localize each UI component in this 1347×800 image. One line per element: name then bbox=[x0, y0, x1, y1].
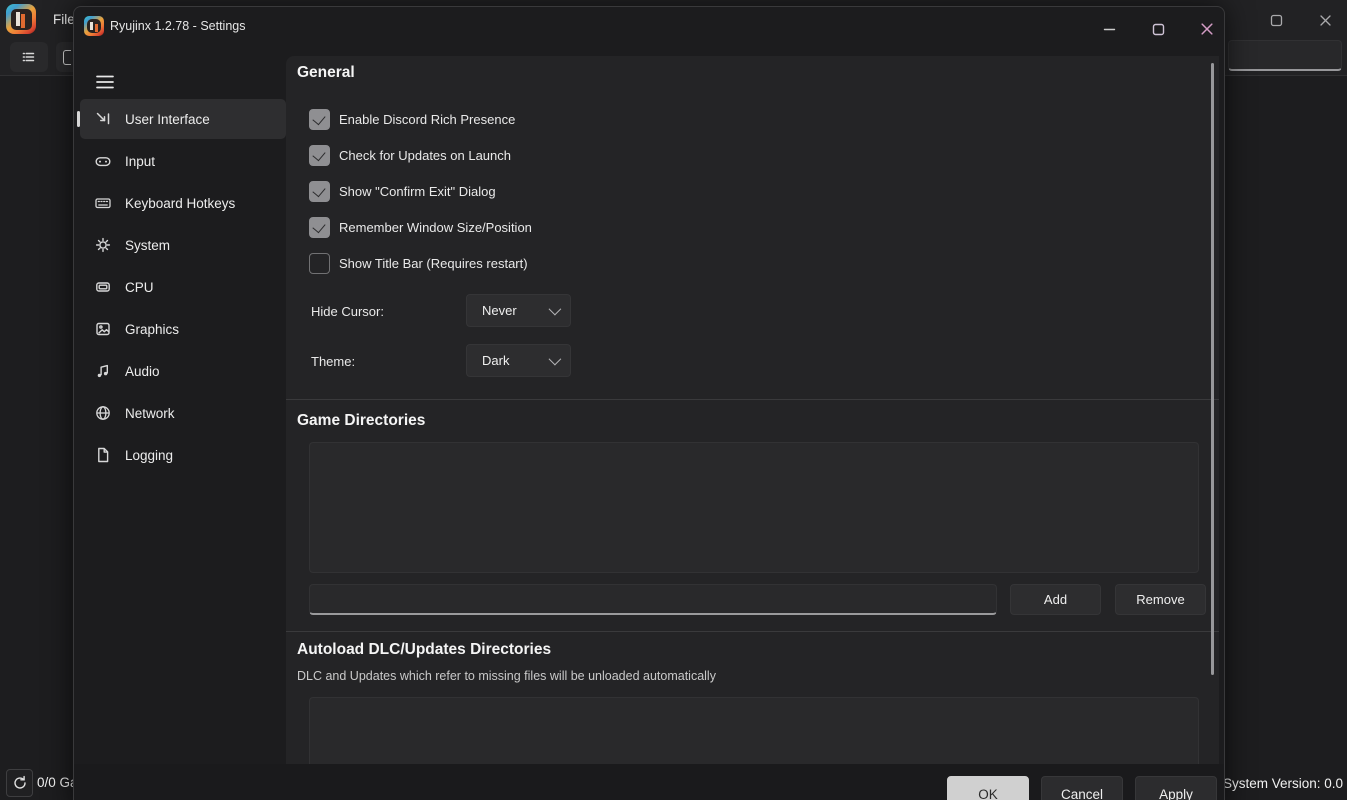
sidebar-item-system[interactable]: System bbox=[80, 225, 286, 265]
truncated-glyph bbox=[63, 50, 71, 65]
sidebar-item-graphics[interactable]: Graphics bbox=[80, 309, 286, 349]
sidebar-item-audio[interactable]: Audio bbox=[80, 351, 286, 391]
search-input[interactable] bbox=[1228, 40, 1342, 71]
checkbox-label: Remember Window Size/Position bbox=[339, 220, 532, 235]
settings-window: Ryujinx 1.2.78 - Settings User I bbox=[73, 6, 1225, 800]
screen: File 0/0 bbox=[0, 0, 1347, 800]
keyboard-icon bbox=[94, 194, 112, 212]
sidebar-item-label: CPU bbox=[125, 280, 154, 295]
sidebar-item-label: Logging bbox=[125, 448, 173, 463]
toolbar-button-fragment[interactable] bbox=[56, 42, 73, 72]
gear-icon bbox=[94, 236, 112, 254]
cancel-button[interactable]: Cancel bbox=[1041, 776, 1123, 800]
checkbox-label: Enable Discord Rich Presence bbox=[339, 112, 515, 127]
checkbox[interactable] bbox=[309, 181, 330, 202]
checkbox-label: Show "Confirm Exit" Dialog bbox=[339, 184, 496, 199]
vertical-scrollbar[interactable] bbox=[1211, 63, 1214, 675]
theme-label: Theme: bbox=[311, 354, 355, 369]
autoload-directories-list[interactable] bbox=[309, 697, 1199, 764]
sidebar-item-logging[interactable]: Logging bbox=[80, 435, 286, 475]
sidebar-item-network[interactable]: Network bbox=[80, 393, 286, 433]
sidebar-item-label: Network bbox=[125, 406, 175, 421]
add-button[interactable]: Add bbox=[1010, 584, 1101, 615]
games-loaded-status: 0/0 Ga bbox=[37, 775, 78, 790]
section-divider bbox=[286, 631, 1219, 632]
chevron-down-icon bbox=[549, 353, 562, 366]
general-heading: General bbox=[297, 64, 355, 82]
remove-button[interactable]: Remove bbox=[1115, 584, 1206, 615]
checkbox-row-confirm-exit[interactable]: Show "Confirm Exit" Dialog bbox=[309, 180, 496, 202]
globe-icon bbox=[94, 404, 112, 422]
cpu-icon bbox=[94, 278, 112, 296]
checkbox-row-title-bar[interactable]: Show Title Bar (Requires restart) bbox=[309, 252, 528, 274]
checkbox-label: Show Title Bar (Requires restart) bbox=[339, 256, 528, 271]
section-divider bbox=[286, 399, 1219, 400]
main-close-button[interactable] bbox=[1310, 8, 1340, 32]
sidebar-item-label: Keyboard Hotkeys bbox=[125, 196, 235, 211]
settings-footer: OK Cancel Apply bbox=[74, 764, 1224, 800]
ryujinx-logo-icon-small bbox=[84, 16, 104, 36]
sidebar-item-user-interface[interactable]: User Interface bbox=[80, 99, 286, 139]
checkbox[interactable] bbox=[309, 109, 330, 130]
game-list-view-button[interactable] bbox=[10, 42, 48, 72]
checkbox[interactable] bbox=[309, 217, 330, 238]
sidebar-item-cpu[interactable]: CPU bbox=[80, 267, 286, 307]
checkbox-label: Check for Updates on Launch bbox=[339, 148, 511, 163]
music-note-icon bbox=[94, 362, 112, 380]
game-directory-input[interactable] bbox=[309, 584, 997, 615]
apply-button[interactable]: Apply bbox=[1135, 776, 1217, 800]
ok-button[interactable]: OK bbox=[947, 776, 1029, 800]
chevron-down-icon bbox=[549, 303, 562, 316]
hamburger-icon bbox=[95, 74, 115, 90]
refresh-icon bbox=[12, 775, 28, 791]
sidebar-item-label: Graphics bbox=[125, 322, 179, 337]
settings-window-title: Ryujinx 1.2.78 - Settings bbox=[110, 19, 246, 33]
game-directories-list[interactable] bbox=[309, 442, 1199, 573]
checkbox-row-remember-window[interactable]: Remember Window Size/Position bbox=[309, 216, 532, 238]
settings-minimize-button[interactable] bbox=[1093, 16, 1125, 42]
gamepad-icon bbox=[94, 152, 112, 170]
sidebar-item-input[interactable]: Input bbox=[80, 141, 286, 181]
document-icon bbox=[94, 446, 112, 464]
checkbox[interactable] bbox=[309, 145, 330, 166]
settings-close-button[interactable] bbox=[1191, 16, 1223, 42]
hide-cursor-label: Hide Cursor: bbox=[311, 304, 384, 319]
list-icon bbox=[20, 48, 38, 66]
theme-dropdown[interactable]: Dark bbox=[466, 344, 571, 377]
refresh-button[interactable] bbox=[6, 769, 33, 797]
checkbox-row-updates[interactable]: Check for Updates on Launch bbox=[309, 144, 511, 166]
autoload-heading: Autoload DLC/Updates Directories bbox=[297, 641, 551, 659]
sidebar-menu-button[interactable] bbox=[92, 71, 118, 93]
sidebar-item-label: System bbox=[125, 238, 170, 253]
settings-titlebar: Ryujinx 1.2.78 - Settings bbox=[74, 7, 1224, 47]
sidebar-item-keyboard-hotkeys[interactable]: Keyboard Hotkeys bbox=[80, 183, 286, 223]
system-version-status: System Version: 0.0 bbox=[1223, 776, 1343, 791]
sidebar-item-label: Input bbox=[125, 154, 155, 169]
main-maximize-button[interactable] bbox=[1261, 8, 1291, 32]
sidebar-item-label: Audio bbox=[125, 364, 160, 379]
theme-value: Dark bbox=[482, 353, 549, 368]
autoload-description: DLC and Updates which refer to missing f… bbox=[297, 669, 716, 683]
checkbox[interactable] bbox=[309, 253, 330, 274]
settings-maximize-button[interactable] bbox=[1142, 16, 1174, 42]
ryujinx-logo-icon bbox=[6, 4, 36, 34]
pointer-icon bbox=[94, 110, 112, 128]
game-directories-heading: Game Directories bbox=[297, 412, 425, 430]
settings-content-panel: General Enable Discord Rich Presence Che… bbox=[286, 56, 1219, 764]
checkbox-row-discord[interactable]: Enable Discord Rich Presence bbox=[309, 108, 515, 130]
sidebar-item-label: User Interface bbox=[125, 112, 210, 127]
image-icon bbox=[94, 320, 112, 338]
hide-cursor-value: Never bbox=[482, 303, 549, 318]
hide-cursor-dropdown[interactable]: Never bbox=[466, 294, 571, 327]
